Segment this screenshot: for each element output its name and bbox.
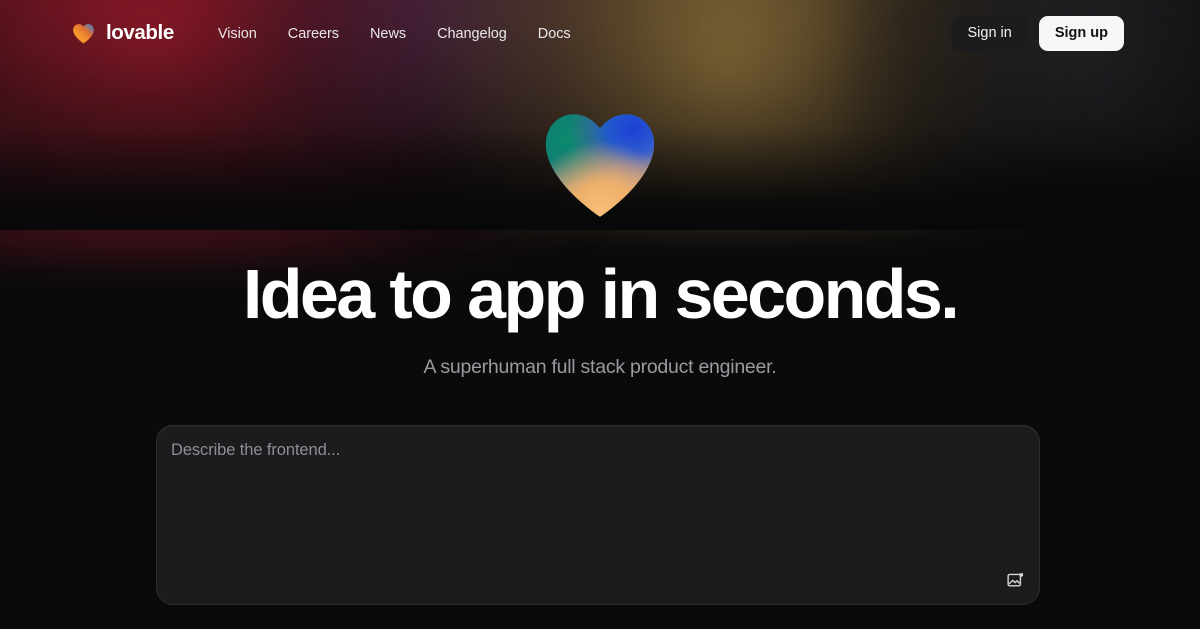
prompt-box[interactable]: Describe the frontend... [156, 425, 1040, 605]
nav-link-docs[interactable]: Docs [538, 26, 571, 42]
brand-logo[interactable]: lovable [72, 23, 174, 44]
header-actions: Sign in Sign up [951, 16, 1124, 51]
nav-link-news[interactable]: News [370, 26, 406, 42]
hero-heart-wrap [0, 111, 1200, 220]
image-upload-icon [1006, 572, 1023, 586]
prompt-input[interactable] [157, 426, 1039, 604]
nav-link-vision[interactable]: Vision [218, 26, 257, 42]
nav-link-changelog[interactable]: Changelog [437, 26, 507, 42]
heart-logo-icon [73, 23, 94, 44]
page-subtitle: A superhuman full stack product engineer… [423, 356, 777, 378]
sign-in-button[interactable]: Sign in [951, 16, 1028, 51]
sign-up-button[interactable]: Sign up [1038, 16, 1124, 51]
heart-hero-icon [545, 114, 655, 217]
image-upload-button[interactable] [1003, 568, 1027, 592]
main-nav: Vision Careers News Changelog Docs [218, 26, 571, 42]
prompt-composer: Describe the frontend... [156, 425, 1040, 605]
nav-link-careers[interactable]: Careers [288, 26, 339, 42]
page-title: Idea to app in seconds. [242, 255, 960, 333]
brand-name: lovable [106, 21, 174, 45]
site-header: lovable Vision Careers News Changelog Do… [0, 0, 1200, 67]
